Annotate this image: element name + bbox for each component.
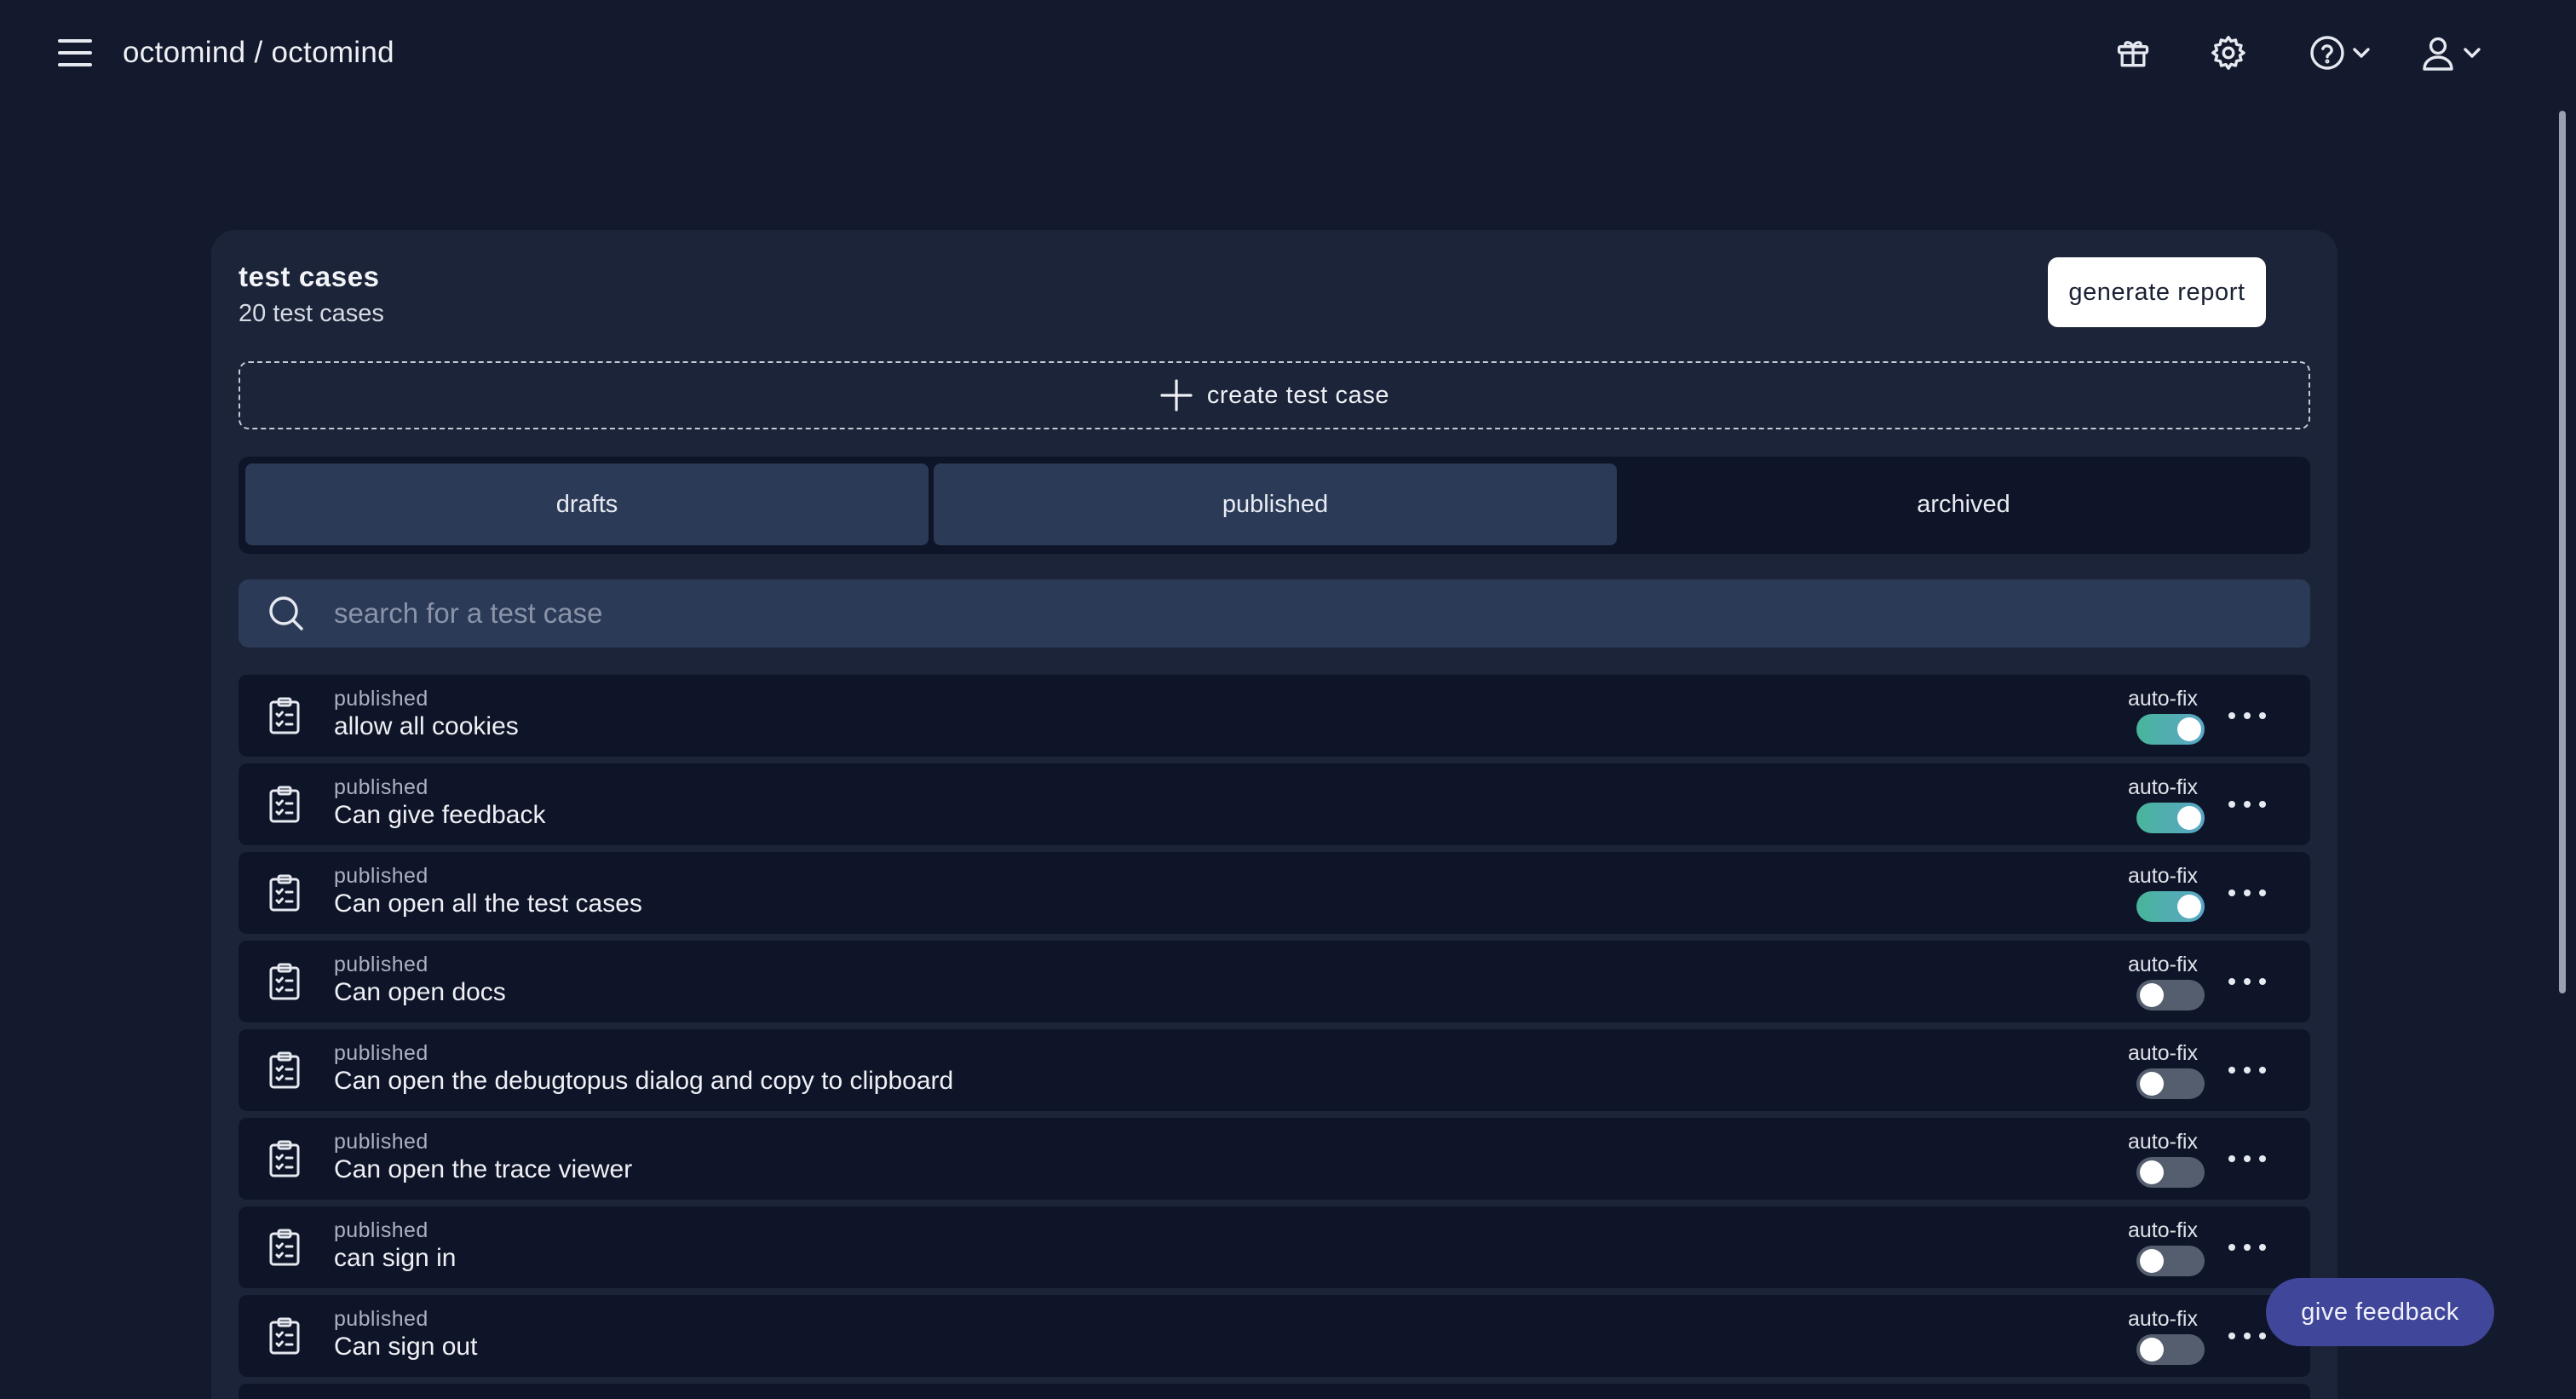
menu-icon[interactable] <box>51 32 99 73</box>
test-cases-panel: test cases 20 test cases generate report… <box>211 230 2337 1399</box>
test-case-name[interactable]: Can open the trace viewer <box>334 1155 632 1184</box>
test-case-row[interactable]: published Can open all the test cases au… <box>239 852 2310 934</box>
status-tabs: drafts published archived <box>239 457 2310 554</box>
toggle-knob <box>2140 1249 2164 1273</box>
clipboard-check-icon <box>269 1140 300 1177</box>
test-case-name[interactable]: allow all cookies <box>334 712 519 741</box>
plus-icon <box>1160 379 1193 412</box>
auto-fix-toggle[interactable] <box>2136 714 2205 745</box>
test-case-status: published <box>334 775 428 799</box>
help-icon[interactable] <box>2309 29 2380 77</box>
more-options-icon[interactable] <box>2228 705 2269 726</box>
test-case-row[interactable]: published can sign in auto-fix <box>239 1206 2310 1288</box>
more-options-icon[interactable] <box>2228 1237 2269 1258</box>
auto-fix-toggle[interactable] <box>2136 803 2205 833</box>
more-options-icon[interactable] <box>2228 883 2269 903</box>
give-feedback-button[interactable]: give feedback <box>2266 1278 2494 1346</box>
tab-archived[interactable]: archived <box>1622 463 2305 545</box>
clipboard-check-icon <box>269 786 300 823</box>
tab-published[interactable]: published <box>934 463 1617 545</box>
auto-fix-label: auto-fix <box>2128 864 2198 888</box>
clipboard-check-icon <box>269 1051 300 1089</box>
user-icon[interactable] <box>2419 29 2491 77</box>
more-options-icon[interactable] <box>2228 971 2269 992</box>
toggle-knob <box>2140 1160 2164 1184</box>
toggle-knob <box>2177 806 2201 830</box>
more-options-icon[interactable] <box>2228 1060 2269 1080</box>
more-options-icon[interactable] <box>2228 1326 2269 1346</box>
auto-fix-toggle[interactable] <box>2136 1157 2205 1188</box>
auto-fix-label: auto-fix <box>2128 1041 2198 1065</box>
scrollbar[interactable] <box>2559 111 2566 993</box>
auto-fix-toggle[interactable] <box>2136 980 2205 1010</box>
org-breadcrumb[interactable]: octomind / octomind <box>123 32 394 73</box>
test-case-row[interactable]: published Can open the debugtopus dialog… <box>239 1029 2310 1111</box>
test-case-status: published <box>334 864 428 888</box>
test-case-row-partial[interactable] <box>239 1384 2310 1399</box>
test-case-count: 20 test cases <box>239 300 384 327</box>
test-case-row[interactable]: published Can open the trace viewer auto… <box>239 1118 2310 1200</box>
toggle-knob <box>2140 983 2164 1007</box>
more-options-icon[interactable] <box>2228 794 2269 815</box>
auto-fix-toggle[interactable] <box>2136 891 2205 922</box>
page-title: test cases <box>239 261 380 292</box>
test-case-status: published <box>334 953 428 976</box>
test-case-name[interactable]: can sign in <box>334 1244 456 1273</box>
clipboard-check-icon <box>269 1317 300 1355</box>
test-case-row[interactable]: published Can open docs auto-fix <box>239 941 2310 1022</box>
test-case-status: published <box>334 687 428 711</box>
auto-fix-label: auto-fix <box>2128 1218 2198 1242</box>
auto-fix-label: auto-fix <box>2128 687 2198 711</box>
auto-fix-label: auto-fix <box>2128 775 2198 799</box>
toggle-knob <box>2177 895 2201 918</box>
auto-fix-label: auto-fix <box>2128 1307 2198 1331</box>
toggle-knob <box>2177 717 2201 741</box>
test-case-status: published <box>334 1218 428 1242</box>
clipboard-check-icon <box>269 697 300 734</box>
test-case-name[interactable]: Can open docs <box>334 978 506 1007</box>
auto-fix-label: auto-fix <box>2128 1130 2198 1154</box>
more-options-icon[interactable] <box>2228 1149 2269 1169</box>
auto-fix-toggle[interactable] <box>2136 1068 2205 1099</box>
search-icon <box>269 596 303 630</box>
auto-fix-toggle[interactable] <box>2136 1246 2205 1276</box>
test-case-row[interactable]: published Can give feedback auto-fix <box>239 763 2310 845</box>
test-case-row[interactable]: published allow all cookies auto-fix <box>239 675 2310 757</box>
tab-drafts[interactable]: drafts <box>245 463 929 545</box>
auto-fix-toggle[interactable] <box>2136 1334 2205 1365</box>
generate-report-button[interactable]: generate report <box>2048 257 2266 327</box>
toggle-knob <box>2140 1072 2164 1096</box>
clipboard-check-icon <box>269 1229 300 1266</box>
test-case-status: published <box>334 1041 428 1065</box>
test-case-name[interactable]: Can give feedback <box>334 801 546 830</box>
search-bar <box>239 579 2310 648</box>
auto-fix-label: auto-fix <box>2128 953 2198 976</box>
gear-icon[interactable] <box>2205 29 2252 77</box>
top-bar: octomind / octomind <box>0 0 2576 106</box>
test-case-status: published <box>334 1130 428 1154</box>
test-case-status: published <box>334 1307 428 1331</box>
app-root: octomind / octomind test cases 20 test c… <box>0 0 2576 1399</box>
create-test-case-button[interactable]: create test case <box>239 361 2310 429</box>
clipboard-check-icon <box>269 874 300 912</box>
test-case-name[interactable]: Can open all the test cases <box>334 889 642 918</box>
test-case-row[interactable]: published Can sign out auto-fix <box>239 1295 2310 1377</box>
clipboard-check-icon <box>269 963 300 1000</box>
test-case-name[interactable]: Can sign out <box>334 1333 477 1362</box>
toggle-knob <box>2140 1338 2164 1362</box>
create-test-case-label: create test case <box>1206 381 1390 409</box>
test-case-name[interactable]: Can open the debugtopus dialog and copy … <box>334 1067 953 1096</box>
search-input[interactable] <box>334 579 2276 648</box>
gift-icon[interactable] <box>2109 29 2157 77</box>
